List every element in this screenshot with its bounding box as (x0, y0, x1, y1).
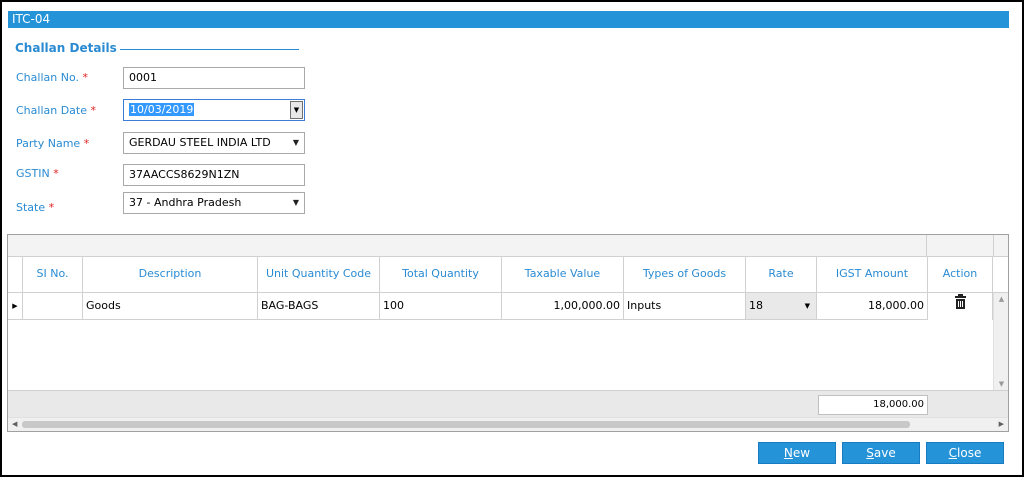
column-header-types-of-goods[interactable]: Types of Goods (624, 257, 746, 293)
gstin-input[interactable]: 37AACCS8629N1ZN (123, 164, 305, 186)
required-mark: * (90, 104, 97, 117)
trash-icon[interactable] (954, 294, 966, 309)
app-window: ITC-04 Challan Details Challan No. * 000… (0, 0, 1024, 477)
cell-si-no[interactable] (23, 293, 83, 320)
cell-types-of-goods[interactable]: Inputs (624, 293, 746, 320)
column-header-unit-quantity-code[interactable]: Unit Quantity Code (258, 257, 380, 293)
column-header-action[interactable]: Action (928, 257, 993, 293)
cell-taxable-value[interactable]: 1,00,000.00 (502, 293, 624, 320)
new-button[interactable]: New (758, 442, 836, 464)
column-header-rate[interactable]: Rate (746, 257, 817, 293)
cell-unit-quantity-code[interactable]: BAG-BAGS (258, 293, 380, 320)
state-select[interactable]: 37 - Andhra Pradesh ▼ (123, 192, 305, 214)
scroll-right-icon[interactable]: ▶ (999, 418, 1004, 431)
save-button[interactable]: Save (842, 442, 920, 464)
challan-no-input[interactable]: 0001 (123, 67, 305, 89)
header-scroll-spacer (993, 257, 1008, 293)
column-header-description[interactable]: Description (83, 257, 258, 293)
total-igst-amount: 18,000.00 (818, 395, 928, 415)
row-header-corner (8, 257, 23, 293)
row-indicator-icon[interactable]: ▶ (8, 293, 23, 320)
scroll-left-icon[interactable]: ◀ (12, 418, 17, 431)
required-mark: * (82, 71, 88, 84)
gstin-label: GSTIN * (16, 167, 59, 180)
column-header-si-no[interactable]: SI No. (23, 257, 83, 293)
scroll-up-icon[interactable]: ▲ (994, 295, 1009, 303)
items-grid: SI No. Description Unit Quantity Code To… (7, 234, 1009, 432)
column-header-total-quantity[interactable]: Total Quantity (380, 257, 502, 293)
challan-no-label: Challan No. * (16, 71, 88, 84)
challan-date-picker[interactable]: 10/03/2019 ▼ (123, 99, 305, 121)
window-title: ITC-04 (12, 12, 51, 26)
close-button[interactable]: Close (926, 442, 1004, 464)
cell-action (928, 293, 993, 320)
grid-totals-row: 18,000.00 (8, 390, 1008, 417)
cell-description[interactable]: Goods (83, 293, 258, 320)
grid-toolbar (8, 235, 1008, 257)
chevron-down-icon: ▼ (292, 138, 299, 147)
section-divider (120, 49, 299, 50)
party-name-label: Party Name * (16, 137, 90, 150)
scroll-down-icon[interactable]: ▼ (994, 380, 1009, 388)
required-mark: * (53, 167, 59, 180)
challan-date-label: Challan Date * (16, 104, 97, 117)
horizontal-scroll-thumb[interactable] (22, 421, 910, 428)
horizontal-scrollbar[interactable]: ◀ ▶ (8, 417, 1008, 431)
required-mark: * (48, 201, 55, 214)
section-title: Challan Details (15, 41, 117, 55)
cell-rate-select[interactable]: 18 ▼ (746, 293, 817, 320)
calendar-dropdown-icon[interactable]: ▼ (290, 101, 303, 119)
column-header-igst-amount[interactable]: IGST Amount (817, 257, 928, 293)
party-name-select[interactable]: GERDAU STEEL INDIA LTD ▼ (123, 132, 305, 154)
challan-date-value: 10/03/2019 (129, 103, 195, 116)
cell-igst-amount[interactable]: 18,000.00 (817, 293, 928, 320)
chevron-down-icon: ▼ (292, 198, 299, 207)
chevron-down-icon: ▼ (804, 302, 810, 310)
cell-total-quantity[interactable]: 100 (380, 293, 502, 320)
state-label: State * (16, 201, 55, 214)
column-header-taxable-value[interactable]: Taxable Value (502, 257, 624, 293)
vertical-scrollbar[interactable]: ▲ ▼ (993, 293, 1008, 390)
required-mark: * (83, 137, 90, 150)
window-title-bar: ITC-04 (8, 11, 1009, 28)
